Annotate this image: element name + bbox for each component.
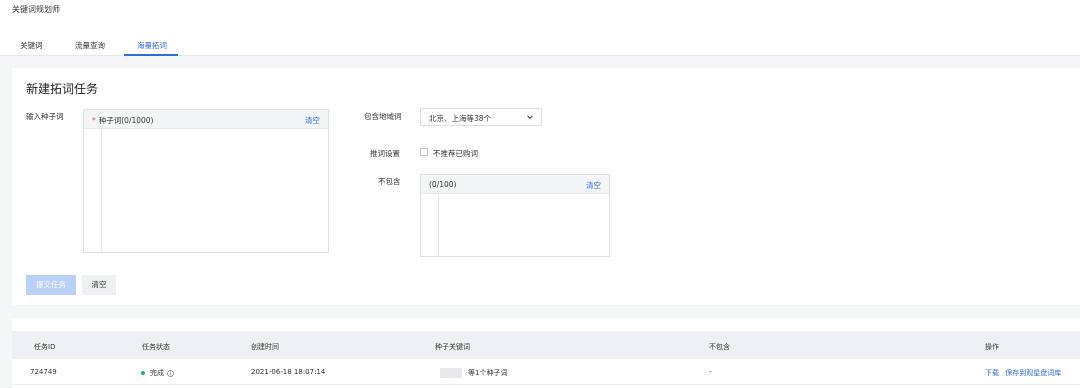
seed-keywords-textarea[interactable]: * 种子词(0/1000) 清空: [83, 109, 329, 253]
status-text: 完成: [150, 369, 164, 377]
exclude-box-header: (0/100) 清空: [421, 175, 609, 194]
task-id: 724749: [30, 368, 57, 376]
task-status: 完成: [141, 368, 174, 378]
recommend-label: 推词设置: [370, 149, 400, 158]
status-dot: [141, 371, 145, 375]
column-task-id: 任务ID: [34, 343, 56, 351]
top-bar: 关键词规划师 关键词 流量查询 海量拓词: [0, 0, 1080, 56]
chevron-down-icon: [527, 115, 533, 120]
download-link[interactable]: 下载: [985, 369, 999, 377]
info-icon[interactable]: [167, 369, 174, 377]
table-row: 724749 完成 2021-06-18 18:07:14 等1个种子词 - 下…: [12, 359, 1080, 385]
required-mark: *: [92, 116, 96, 125]
active-tab-indicator: [124, 54, 178, 56]
new-task-card: 新建拓词任务 输入种子词 * 种子词(0/1000) 清空 包含地域词 北京、上海…: [12, 68, 1080, 305]
tab-traffic-query[interactable]: 流量查询: [75, 40, 105, 51]
region-label: 包含地域词: [364, 112, 402, 121]
created-time: 2021-06-18 18:07:14: [251, 368, 326, 376]
exclude-keywords-textarea[interactable]: (0/100) 清空: [420, 174, 610, 257]
seed-line-gutter: [84, 129, 102, 252]
row-actions: 下载 保存到观星盘词库: [985, 368, 1061, 378]
redacted-keyword: [440, 368, 462, 378]
seed-keywords-text: 等1个种子词: [468, 369, 508, 377]
seed-box-title-text: 种子词(0/1000): [98, 116, 154, 125]
exclude-label: 不包含: [378, 177, 401, 186]
reset-button[interactable]: 清空: [82, 275, 116, 295]
no-purchased-label: 不推荐已购词: [433, 149, 478, 158]
column-created: 创建时间: [251, 343, 279, 351]
column-status: 任务状态: [142, 343, 170, 351]
exclude-clear-button[interactable]: 清空: [586, 180, 601, 191]
seed-keywords: 等1个种子词: [440, 368, 507, 378]
exclude-line-gutter: [421, 194, 439, 256]
save-to-library-link[interactable]: 保存到观星盘词库: [1005, 369, 1061, 377]
seed-box-header: * 种子词(0/1000) 清空: [84, 110, 328, 129]
column-exclude: 不包含: [709, 343, 730, 351]
column-seed: 种子关键词: [435, 343, 470, 351]
app-title: 关键词规划师: [12, 5, 60, 14]
column-actions: 操作: [985, 343, 999, 351]
no-purchased-checkbox[interactable]: [420, 148, 428, 156]
seed-box-title: * 种子词(0/1000): [92, 115, 154, 126]
seed-label: 输入种子词: [26, 112, 64, 121]
form-title: 新建拓词任务: [26, 82, 99, 96]
region-select[interactable]: 北京、上海等38个: [420, 108, 542, 126]
table-header: 任务ID 任务状态 创建时间 种子关键词 不包含 操作: [12, 331, 1080, 359]
tab-keywords[interactable]: 关键词: [20, 40, 43, 51]
submit-task-button[interactable]: 提交任务: [26, 275, 76, 295]
tab-massive-expansion[interactable]: 海量拓词: [137, 40, 167, 51]
seed-clear-button[interactable]: 清空: [305, 115, 320, 126]
region-select-value: 北京、上海等38个: [429, 114, 492, 123]
exclude-value: -: [709, 368, 712, 376]
exclude-box-title: (0/100): [429, 180, 457, 189]
